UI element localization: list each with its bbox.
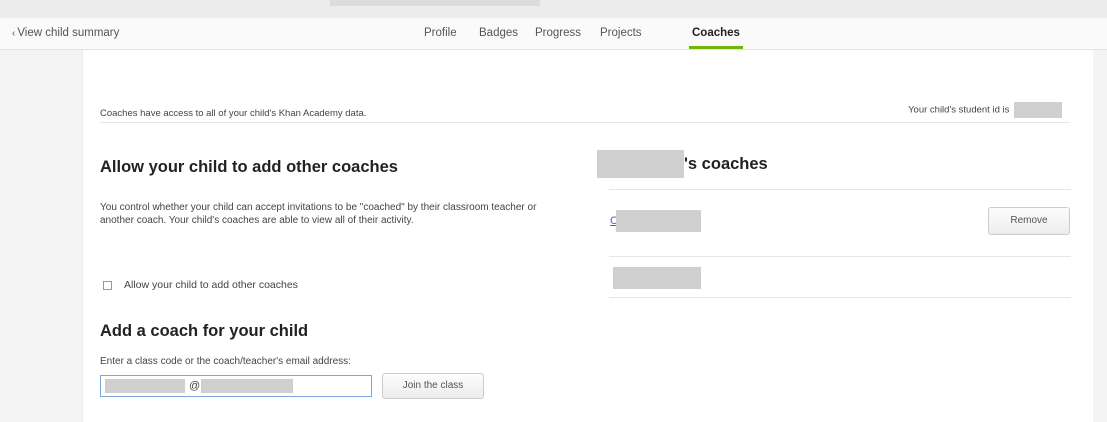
allow-coaches-option: Allow your child to add other coaches bbox=[103, 279, 298, 291]
class-code-input[interactable]: @ bbox=[100, 375, 372, 397]
child-coaches-heading: 's coaches bbox=[597, 150, 768, 178]
coach-list-divider bbox=[609, 189, 1071, 190]
email-at-sign: @ bbox=[189, 380, 201, 392]
student-id-text: Your child's student id is bbox=[908, 104, 1010, 116]
child-coaches-heading-suffix: 's coaches bbox=[684, 154, 768, 173]
allow-coaches-checkbox[interactable] bbox=[103, 280, 112, 290]
section-divider bbox=[100, 122, 1070, 123]
redacted-email-domain bbox=[201, 379, 293, 393]
allow-coaches-heading: Allow your child to add other coaches bbox=[100, 158, 398, 176]
allow-coaches-description: You control whether your child can accep… bbox=[100, 202, 537, 226]
coach-list-divider bbox=[609, 256, 1071, 257]
coaches-content-panel: Coaches have access to all of your child… bbox=[0, 0, 1107, 422]
class-code-input-label: Enter a class code or the coach/teacher'… bbox=[100, 356, 351, 367]
redacted-student-id bbox=[1014, 102, 1062, 118]
redacted-email-user bbox=[105, 379, 185, 393]
coach-list-divider bbox=[609, 297, 1071, 298]
remove-coach-button[interactable]: Remove bbox=[988, 207, 1070, 235]
redacted-coach-name bbox=[613, 267, 701, 289]
redacted-child-name bbox=[597, 150, 684, 178]
redacted-coach-name bbox=[616, 210, 701, 232]
coach-access-note: Coaches have access to all of your child… bbox=[100, 108, 367, 119]
student-id-label: Your child's student id is bbox=[908, 102, 1062, 118]
add-coach-heading: Add a coach for your child bbox=[100, 322, 309, 340]
allow-coaches-checkbox-label: Allow your child to add other coaches bbox=[124, 279, 298, 291]
join-class-button[interactable]: Join the class bbox=[382, 373, 484, 399]
